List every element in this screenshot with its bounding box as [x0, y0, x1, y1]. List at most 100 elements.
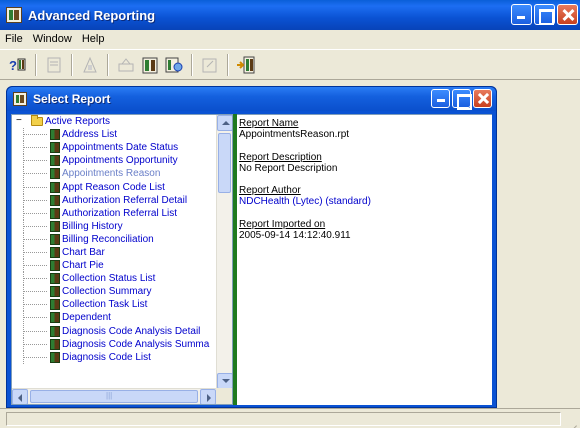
report-tree[interactable]: − Active Reports Address List Appointment… — [11, 114, 233, 405]
tree-root[interactable]: − Active Reports — [12, 115, 216, 128]
tree-horizontal-scrollbar[interactable] — [12, 388, 216, 404]
minimize-button[interactable] — [511, 4, 532, 25]
tree-item-label: Collection Summary — [62, 286, 152, 298]
tree-connector — [12, 245, 50, 259]
child-minimize-button[interactable] — [431, 89, 450, 108]
tree-item[interactable]: Appointments Reason — [12, 167, 216, 181]
report-icon — [50, 155, 60, 167]
tree-connector — [12, 128, 50, 142]
app-report-icon — [6, 7, 22, 23]
report-icon — [50, 220, 60, 232]
tree-connector — [12, 337, 50, 351]
maximize-button[interactable] — [534, 4, 555, 25]
child-window-title: Select Report — [33, 92, 111, 106]
report-name-label: Report Name — [239, 118, 299, 129]
status-panel — [6, 412, 561, 426]
report-details-pane: Report Name AppointmentsReason.rpt Repor… — [237, 114, 492, 405]
report-author-value: NDCHealth (Lytec) (standard) — [239, 196, 371, 207]
resize-grip-icon[interactable] — [565, 414, 577, 426]
tree-item[interactable]: Appointments Opportunity — [12, 154, 216, 168]
tree-item-label: Appointments Date Status — [62, 142, 179, 154]
toolbar-separator — [227, 53, 229, 76]
tree-item[interactable]: Authorization Referral Detail — [12, 193, 216, 207]
report-icon — [50, 260, 60, 272]
report-window-icon — [13, 92, 27, 106]
report-imported-block: Report Imported on 2005-09-14 14:12:40.9… — [239, 219, 351, 241]
tree-item[interactable]: Authorization Referral List — [12, 206, 216, 220]
report-search-icon[interactable] — [164, 55, 184, 75]
disabled-report-icon[interactable] — [80, 55, 100, 75]
exit-door-icon[interactable] — [236, 55, 256, 75]
select-report-window: Select Report − Active Reports Address L… — [6, 86, 497, 408]
toolbar-separator — [35, 53, 37, 76]
report-icon — [50, 142, 60, 154]
tree-connector — [12, 259, 50, 273]
menu-window[interactable]: Window — [28, 33, 77, 45]
tree-root-label: Active Reports — [45, 116, 111, 128]
report-icon — [50, 233, 60, 245]
tree-connector — [12, 180, 50, 194]
tree-item-label: Dependent — [62, 312, 111, 324]
status-bar — [0, 408, 580, 428]
tree-item-label: Diagnosis Code Analysis Summa — [62, 338, 210, 350]
scroll-left-arrow-icon[interactable] — [12, 389, 28, 404]
tree-connector — [12, 141, 50, 155]
report-book-icon[interactable] — [140, 55, 160, 75]
report-description-value: No Report Description — [239, 163, 338, 174]
tree-vertical-scrollbar[interactable] — [216, 115, 232, 389]
tree-item[interactable]: Diagnosis Code Analysis Summa — [12, 337, 216, 351]
menu-help[interactable]: Help — [77, 33, 110, 45]
tree-item-label: Chart Bar — [62, 246, 105, 258]
report-icon — [50, 286, 60, 298]
horizontal-scroll-thumb[interactable] — [30, 390, 198, 403]
tree-item-label: Chart Pie — [62, 260, 104, 272]
tree-item[interactable]: Collection Status List — [12, 272, 216, 286]
child-maximize-button[interactable] — [452, 89, 472, 110]
tree-item[interactable]: Billing Reconciliation — [12, 232, 216, 246]
collapse-icon[interactable]: − — [16, 116, 25, 126]
tree-item[interactable]: Address List — [12, 128, 216, 142]
tree-item-label: Collection Task List — [62, 299, 148, 311]
tree-item-label: Collection Status List — [62, 273, 156, 285]
disabled-export-icon[interactable] — [200, 55, 220, 75]
report-icon — [50, 338, 60, 350]
vertical-scroll-thumb[interactable] — [218, 133, 231, 193]
app-titlebar[interactable]: Advanced Reporting — [0, 0, 580, 30]
tree-item[interactable]: Diagnosis Code List — [12, 350, 216, 364]
tree-connector — [12, 272, 50, 286]
scroll-up-arrow-icon[interactable] — [217, 115, 232, 131]
child-window-body: − Active Reports Address List Appointment… — [11, 114, 492, 405]
svg-text:?: ? — [9, 58, 17, 73]
report-icon — [50, 312, 60, 324]
report-author-block: Report Author NDCHealth (Lytec) (standar… — [239, 185, 371, 207]
tree-item[interactable]: Chart Bar — [12, 245, 216, 259]
close-button[interactable] — [557, 4, 578, 25]
tree-content: − Active Reports Address List Appointment… — [12, 115, 216, 389]
scroll-right-arrow-icon[interactable] — [200, 389, 216, 404]
tree-item-label: Authorization Referral Detail — [62, 194, 188, 206]
tree-item[interactable]: Collection Summary — [12, 285, 216, 299]
tree-item[interactable]: Dependent — [12, 311, 216, 325]
tree-item-label: Appt Reason Code List — [62, 181, 165, 193]
tree-item[interactable]: Appointments Date Status — [12, 141, 216, 155]
tree-item-label: Appointments Reason — [62, 168, 161, 180]
mdi-workspace: Select Report − Active Reports Address L… — [0, 81, 580, 408]
help-icon[interactable]: ? — [8, 55, 28, 75]
report-icon — [50, 351, 60, 363]
report-icon — [50, 168, 60, 180]
disabled-print-icon[interactable] — [116, 55, 136, 75]
disabled-doc-icon[interactable] — [44, 55, 64, 75]
tree-item[interactable]: Diagnosis Code Analysis Detail — [12, 324, 216, 338]
tree-connector — [12, 154, 50, 168]
menu-file[interactable]: File — [0, 33, 28, 45]
tree-item[interactable]: Chart Pie — [12, 259, 216, 273]
tree-connector — [12, 219, 50, 233]
tree-item[interactable]: Collection Task List — [12, 298, 216, 312]
scroll-down-arrow-icon[interactable] — [217, 373, 232, 389]
tree-item[interactable]: Appt Reason Code List — [12, 180, 216, 194]
tree-item[interactable]: Billing History — [12, 219, 216, 233]
tree-connector — [12, 193, 50, 207]
child-titlebar[interactable]: Select Report — [7, 87, 496, 111]
child-close-button[interactable] — [473, 89, 492, 108]
tree-items: Address List Appointments Date Status Appo… — [12, 128, 216, 364]
